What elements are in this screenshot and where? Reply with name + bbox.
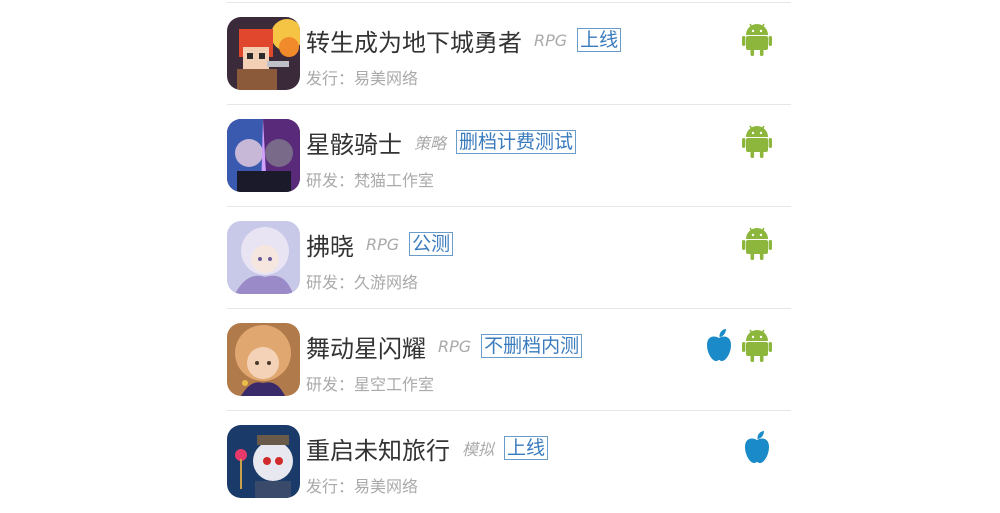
platform-icons [741,427,773,467]
publisher-label: 研发：梵猫工作室 [306,171,435,190]
status-badge: 上线 [504,436,549,460]
game-title[interactable]: 拂晓 [306,227,354,262]
game-title[interactable]: 星骸骑士 [306,125,402,160]
platform-icons [741,223,773,263]
game-title[interactable]: 转生成为地下城勇者 [306,23,522,58]
game-genre: 模拟 [462,440,495,459]
game-row[interactable]: 星骸骑士 策略 删档计费测试 研发：梵猫工作室 [227,105,791,207]
game-title[interactable]: 舞动星闪耀 [306,329,426,364]
game-row[interactable]: 舞动星闪耀 RPG 不删档内测 研发：星空工作室 [227,309,791,411]
platform-icons [741,19,773,59]
game-row[interactable]: 转生成为地下城勇者 RPG 上线 发行：易美网络 [227,3,791,105]
game-genre: RPG [438,336,472,356]
game-genre: RPG [534,30,568,50]
platform-icons [741,121,773,161]
publisher-label: 研发：星空工作室 [306,375,435,394]
game-row[interactable]: 重启未知旅行 模拟 上线 发行：易美网络 [227,411,791,513]
android-icon[interactable] [741,19,773,59]
game-icon-image[interactable] [227,323,300,396]
apple-icon[interactable] [703,325,735,365]
android-icon[interactable] [741,223,773,263]
publisher-label: 发行：易美网络 [306,69,419,88]
game-icon-image[interactable] [227,425,300,498]
game-row[interactable]: 拂晓 RPG 公测 研发：久游网络 [227,207,791,309]
game-icon-image[interactable] [227,221,300,294]
game-genre: RPG [366,234,400,254]
android-icon[interactable] [741,121,773,161]
game-genre: 策略 [414,134,447,153]
platform-icons [703,325,773,365]
status-badge: 不删档内测 [481,334,583,358]
android-icon[interactable] [741,325,773,365]
status-badge: 删档计费测试 [456,130,577,154]
game-icon-image[interactable] [227,17,300,90]
publisher-label: 研发：久游网络 [306,273,419,292]
apple-icon[interactable] [741,427,773,467]
status-badge: 公测 [409,232,454,256]
status-badge: 上线 [577,28,622,52]
game-icon-image[interactable] [227,119,300,192]
game-title[interactable]: 重启未知旅行 [306,431,450,466]
game-list: 转生成为地下城勇者 RPG 上线 发行：易美网络 星骸骑士 策略 删档计费测试 … [227,0,791,513]
publisher-label: 发行：易美网络 [306,477,419,496]
